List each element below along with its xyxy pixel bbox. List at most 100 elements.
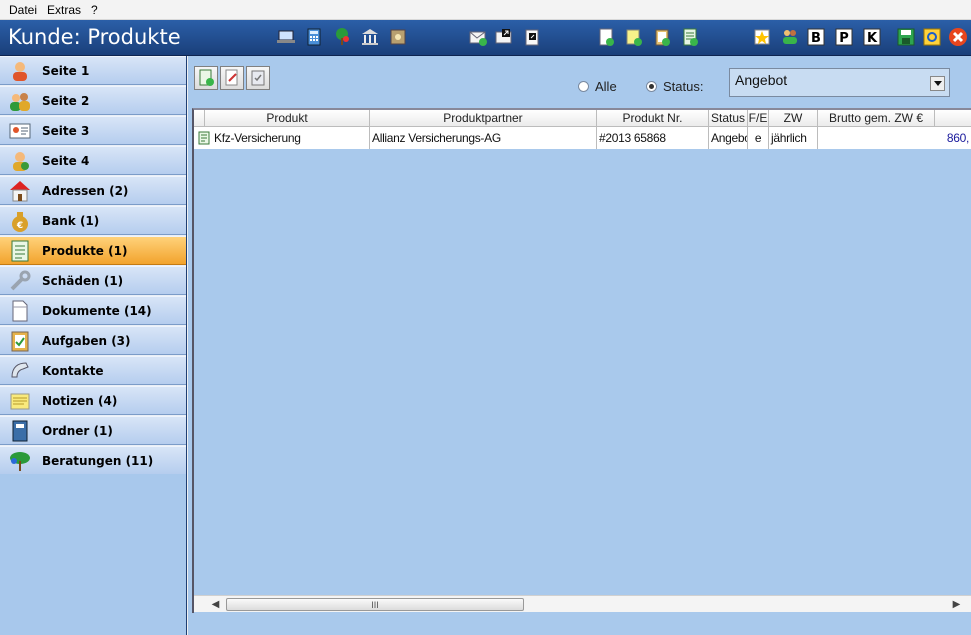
sidebar-item-label: Ordner (1) bbox=[42, 423, 113, 438]
refresh-icon[interactable] bbox=[922, 27, 942, 47]
add-product-button[interactable] bbox=[194, 66, 218, 90]
doc-list-icon[interactable] bbox=[680, 27, 700, 47]
tree-icon bbox=[8, 449, 32, 473]
dropdown-arrow-icon[interactable] bbox=[930, 76, 945, 91]
grid-header: Produkt Produktpartner Produkt Nr. Statu… bbox=[194, 110, 971, 127]
mail-send-icon[interactable] bbox=[494, 27, 514, 47]
table-row[interactable]: Kfz-Versicherung Allianz Versicherungs-A… bbox=[194, 127, 971, 149]
edit-doc-icon bbox=[225, 69, 238, 86]
phone-icon bbox=[8, 359, 32, 383]
menu-help[interactable]: ? bbox=[86, 3, 103, 17]
mail-add-icon[interactable] bbox=[468, 27, 488, 47]
sidebar-empty-area bbox=[0, 474, 186, 635]
sidebar-item-notizen[interactable]: Notizen (4) bbox=[0, 386, 186, 415]
radio-circle bbox=[578, 81, 589, 92]
doc-edit-icon[interactable] bbox=[624, 27, 644, 47]
sidebar-item-seite-2[interactable]: Seite 2 bbox=[0, 86, 186, 115]
sidebar-item-aufgaben[interactable]: Aufgaben (3) bbox=[0, 326, 186, 355]
scroll-right-icon[interactable]: ▶ bbox=[948, 596, 965, 613]
cell-fe: e bbox=[748, 127, 769, 149]
title-bar: Kunde: Produkte B P K bbox=[0, 20, 971, 56]
cell-status: Angebo bbox=[709, 127, 748, 149]
add-doc-icon bbox=[199, 69, 214, 86]
scroll-grip: III bbox=[371, 599, 379, 610]
window-title: Kunde: Produkte bbox=[8, 25, 181, 49]
column-header-produkt[interactable]: Produkt bbox=[205, 110, 370, 127]
bank-icon[interactable] bbox=[360, 27, 380, 47]
column-header-produkt-nr[interactable]: Produkt Nr. bbox=[597, 110, 709, 127]
scroll-thumb[interactable]: III bbox=[226, 598, 524, 611]
fax-icon[interactable] bbox=[522, 27, 542, 47]
sidebar-item-seite-3[interactable]: Seite 3 bbox=[0, 116, 186, 145]
sidebar-item-produkte[interactable]: Produkte (1) bbox=[0, 236, 186, 265]
tree-icon[interactable] bbox=[332, 27, 352, 47]
cell-produktpartner: Allianz Versicherungs-AG bbox=[370, 127, 597, 149]
menu-bar: Datei Extras ? bbox=[0, 0, 971, 20]
sidebar-item-dokumente[interactable]: Dokumente (14) bbox=[0, 296, 186, 325]
delete-product-button[interactable] bbox=[246, 66, 270, 90]
checklist-icon bbox=[251, 70, 265, 86]
doc-add-icon[interactable] bbox=[596, 27, 616, 47]
person-icon bbox=[8, 59, 32, 83]
edit-product-button[interactable] bbox=[220, 66, 244, 90]
clipboard-icon[interactable] bbox=[652, 27, 672, 47]
menu-extras[interactable]: Extras bbox=[42, 3, 86, 17]
main-panel: Alle Status: Angebot Produkt Produktpart… bbox=[188, 56, 971, 635]
horizontal-scrollbar[interactable]: ◀ III ▶ bbox=[194, 595, 971, 612]
product-doc-icon bbox=[198, 131, 210, 145]
sidebar-item-label: Seite 2 bbox=[42, 93, 90, 108]
star-icon[interactable] bbox=[752, 27, 772, 47]
sidebar-item-label: Seite 1 bbox=[42, 63, 90, 78]
sidebar-item-label: Beratungen (11) bbox=[42, 453, 154, 468]
sidebar-item-schaeden[interactable]: Schäden (1) bbox=[0, 266, 186, 295]
product-list-icon bbox=[8, 239, 32, 263]
column-header-brutto[interactable]: Brutto gem. ZW € bbox=[818, 110, 935, 127]
product-grid: Produkt Produktpartner Produkt Nr. Statu… bbox=[192, 108, 971, 613]
cell-zw: jährlich bbox=[769, 127, 818, 149]
filter-status-radio[interactable]: Status: bbox=[646, 79, 703, 94]
p-icon[interactable]: P bbox=[834, 27, 854, 47]
sidebar-item-label: Seite 4 bbox=[42, 153, 90, 168]
filter-all-radio[interactable]: Alle bbox=[578, 79, 617, 94]
menu-datei[interactable]: Datei bbox=[4, 3, 42, 17]
svg-text:P: P bbox=[839, 31, 849, 46]
sidebar-item-label: Notizen (4) bbox=[42, 393, 118, 408]
money-bag-icon: € bbox=[8, 209, 32, 233]
column-header-status[interactable]: Status bbox=[709, 110, 748, 127]
calculator-icon[interactable] bbox=[304, 27, 324, 47]
id-card-icon bbox=[8, 119, 32, 143]
sidebar-item-bank[interactable]: € Bank (1) bbox=[0, 206, 186, 235]
sidebar-item-label: Adressen (2) bbox=[42, 183, 129, 198]
sidebar-item-beratungen[interactable]: Beratungen (11) bbox=[0, 446, 186, 475]
radio-circle-selected bbox=[646, 81, 657, 92]
filter-status-label: Status: bbox=[663, 79, 704, 94]
sidebar-item-seite-4[interactable]: Seite 4 bbox=[0, 146, 186, 175]
column-header-produktpartner[interactable]: Produktpartner bbox=[370, 110, 597, 127]
column-header-fe[interactable]: F/E bbox=[748, 110, 769, 127]
house-icon bbox=[8, 179, 32, 203]
close-icon[interactable] bbox=[948, 27, 967, 47]
folder-binder-icon bbox=[8, 419, 32, 443]
users-icon[interactable] bbox=[780, 27, 800, 47]
status-select-value: Angebot bbox=[735, 72, 788, 88]
b-icon[interactable]: B bbox=[806, 27, 826, 47]
filter-all-label: Alle bbox=[595, 79, 617, 94]
column-header-filler bbox=[935, 110, 971, 127]
sidebar-item-adressen[interactable]: Adressen (2) bbox=[0, 176, 186, 205]
safe-icon[interactable] bbox=[388, 27, 408, 47]
svg-text:B: B bbox=[811, 31, 821, 46]
k-icon[interactable]: K bbox=[862, 27, 882, 47]
sidebar-item-seite-1[interactable]: Seite 1 bbox=[0, 56, 186, 85]
status-select[interactable]: Angebot bbox=[729, 68, 950, 97]
row-selector-header bbox=[194, 110, 205, 127]
cell-produkt-text: Kfz-Versicherung bbox=[214, 131, 301, 145]
laptop-icon[interactable] bbox=[276, 27, 296, 47]
column-header-zw[interactable]: ZW bbox=[769, 110, 818, 127]
sidebar-item-label: Kontakte bbox=[42, 363, 104, 378]
sidebar-item-label: Schäden (1) bbox=[42, 273, 124, 288]
sidebar-item-kontakte[interactable]: Kontakte bbox=[0, 356, 186, 385]
scroll-left-icon[interactable]: ◀ bbox=[207, 596, 224, 613]
wrench-icon bbox=[8, 269, 32, 293]
save-icon[interactable] bbox=[896, 27, 916, 47]
sidebar-item-ordner[interactable]: Ordner (1) bbox=[0, 416, 186, 445]
